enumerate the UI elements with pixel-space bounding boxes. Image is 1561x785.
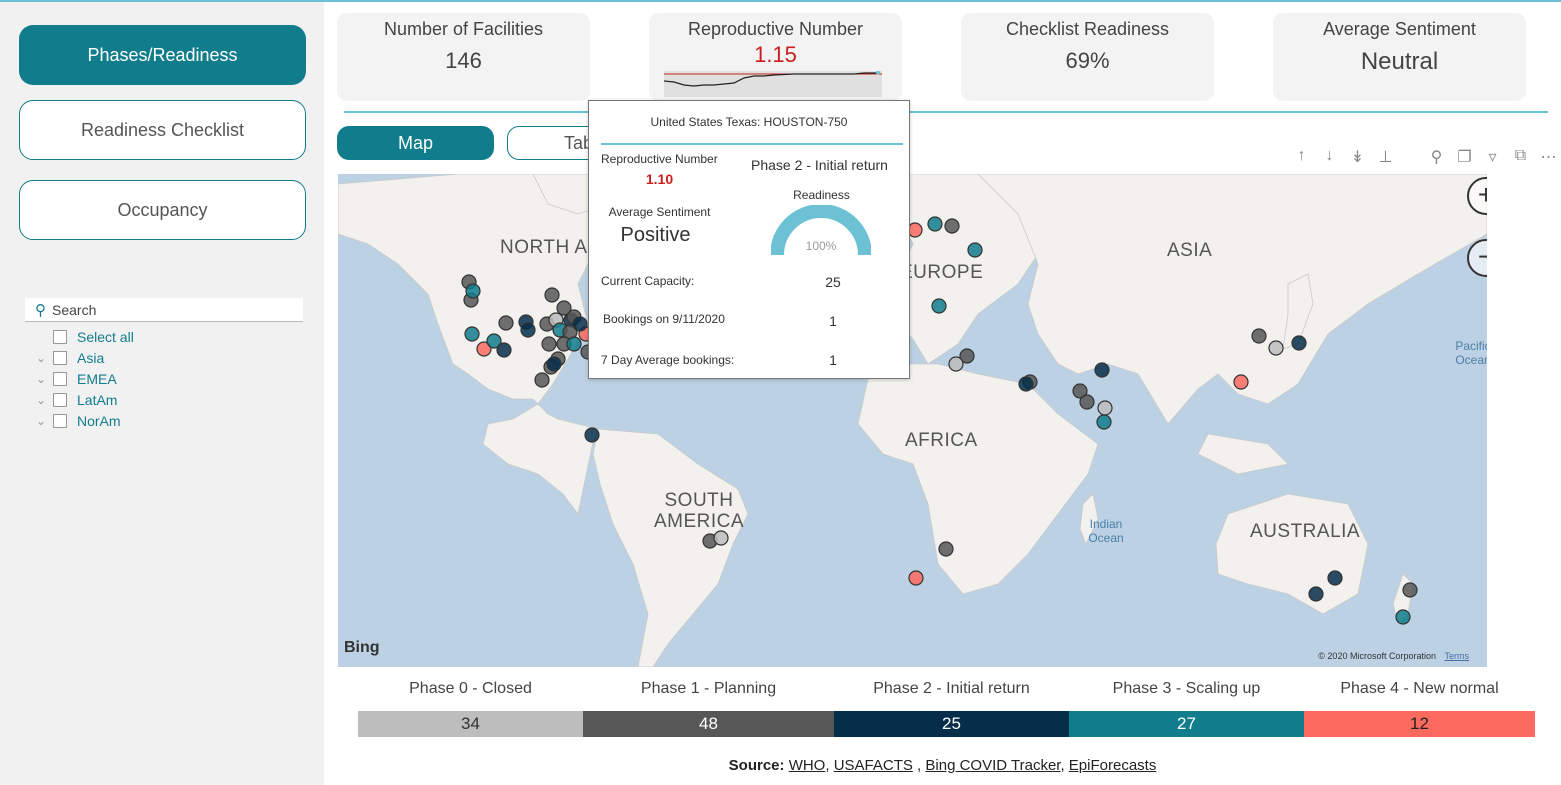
source-link-who[interactable]: WHO <box>789 757 826 774</box>
map-label-pacific-ocean: Pacific Ocean <box>1455 339 1487 367</box>
tooltip-title: United States Texas: HOUSTON-750 <box>650 115 848 129</box>
kpi-value: 146 <box>445 48 482 73</box>
tooltip-sentiment-label: Average Sentiment <box>608 205 711 219</box>
phase-label: Phase 3 - Scaling up <box>1112 680 1261 697</box>
kpi-value: 69% <box>1065 48 1110 73</box>
terms-link[interactable]: Terms <box>1445 651 1470 661</box>
checkbox[interactable] <box>53 392 67 407</box>
phase-label: Phase 1 - Planning <box>640 680 777 697</box>
phase-label: Phase 0 - Closed <box>409 680 532 697</box>
map-label-indian-ocean: Indian Ocean <box>1088 517 1124 545</box>
tab-map[interactable]: Map <box>337 126 494 160</box>
chevron-down-icon[interactable]: ⌄ <box>29 393 53 407</box>
copy-icon[interactable]: ❐ <box>1455 147 1474 167</box>
phase-label: Phase 2 - Initial return <box>873 680 1030 697</box>
drill-up-icon[interactable]: ↑ <box>1292 147 1311 167</box>
slicer-item-noram[interactable]: ⌄ NorAm <box>25 410 303 431</box>
main-panel: Number of Facilities 146 Reproductive Nu… <box>324 0 1561 785</box>
copyright-text: © 2020 Microsoft Corporation <box>1318 651 1436 661</box>
filter-icon[interactable]: ▿ <box>1483 147 1502 167</box>
nav-occupancy-button[interactable]: Occupancy <box>19 180 306 240</box>
tooltip-readiness-label: Readiness <box>793 188 850 202</box>
more-options-icon[interactable]: ⋯ <box>1539 147 1558 167</box>
region-slicer: ⚲ Search Select all ⌄ Asia ⌄ EMEA ⌄ LatA… <box>25 298 303 431</box>
facility-map[interactable]: NORTH AMERICA EUROPE ASIA AFRICA SOUTH A… <box>338 174 1487 667</box>
checkbox[interactable] <box>53 371 67 386</box>
phase-0-segment[interactable]: 34 <box>358 711 583 737</box>
map-label-europe: EUROPE <box>900 262 984 283</box>
phase-labels: Phase 0 - Closed Phase 1 - Planning Phas… <box>358 680 1535 702</box>
source-label: Source: <box>728 757 785 774</box>
tooltip-phase: Phase 2 - Initial return <box>751 157 888 173</box>
tooltip-row-label: 7 Day Average bookings: <box>601 353 735 367</box>
chevron-down-icon[interactable]: ⌄ <box>29 351 53 365</box>
slicer-item-emea[interactable]: ⌄ EMEA <box>25 368 303 389</box>
visual-toolbar: ↑ ↓ ↡ ⊥ ⚲ ❐ ▿ ⧉ ⋯ <box>1292 147 1558 167</box>
search-icon: ⚲ <box>35 301 46 319</box>
kpi-label: Number of Facilities <box>383 19 544 39</box>
bing-logo: Bing <box>344 639 380 656</box>
map-label-asia: ASIA <box>1167 240 1213 261</box>
tooltip-readiness-value: 100% <box>805 239 837 253</box>
phase-3-segment[interactable]: 27 <box>1069 711 1304 737</box>
drill-down-icon[interactable]: ↓ <box>1320 147 1339 167</box>
expand-all-icon[interactable]: ⊥ <box>1376 147 1395 167</box>
phase-1-segment[interactable]: 48 <box>583 711 834 737</box>
checkbox[interactable] <box>53 413 67 428</box>
tooltip-row-label: Current Capacity: <box>601 274 695 288</box>
pin-icon[interactable]: ⚲ <box>1427 147 1446 167</box>
kpi-card-checklist-readiness[interactable]: Checklist Readiness 69% <box>961 13 1214 101</box>
slicer-item-label: EMEA <box>77 370 117 387</box>
phase-distribution-bar[interactable]: 34 48 25 27 12 <box>358 711 1535 737</box>
facility-tooltip: United States Texas: HOUSTON-750 Reprodu… <box>588 100 910 379</box>
tooltip-sentiment-value: Positive <box>620 224 691 246</box>
phase-4-segment[interactable]: 12 <box>1304 711 1535 737</box>
slicer-item-label: LatAm <box>77 391 118 408</box>
kpi-label: Reproductive Number <box>687 19 864 39</box>
tooltip-row-value: 1 <box>829 313 837 329</box>
header-divider <box>344 111 1548 113</box>
tooltip-row-label: Bookings on 9/11/2020 <box>603 312 725 326</box>
tooltip-row-value: 1 <box>829 352 837 368</box>
expand-next-level-icon[interactable]: ↡ <box>1348 147 1367 167</box>
kpi-card-average-sentiment[interactable]: Average Sentiment Neutral <box>1273 13 1526 101</box>
nav-phases-readiness-button[interactable]: Phases/Readiness <box>19 25 306 85</box>
map-label-australia: AUSTRALIA <box>1250 521 1361 542</box>
kpi-card-reproductive-number[interactable]: Reproductive Number 1.15 <box>649 13 902 101</box>
tooltip-divider <box>601 143 903 145</box>
focus-mode-icon[interactable]: ⧉ <box>1511 147 1530 167</box>
nav-readiness-checklist-button[interactable]: Readiness Checklist <box>19 100 306 160</box>
kpi-value: Neutral <box>1360 48 1439 75</box>
slicer-item-asia[interactable]: ⌄ Asia <box>25 347 303 368</box>
slicer-search-placeholder: Search <box>52 301 97 318</box>
phase-2-segment[interactable]: 25 <box>834 711 1069 737</box>
slicer-item-label: NorAm <box>77 412 121 429</box>
source-link-bing-covid[interactable]: Bing COVID Tracker <box>925 757 1060 774</box>
sparkline-chart <box>664 71 882 97</box>
slicer-search-input[interactable]: ⚲ Search <box>25 298 303 322</box>
slicer-item-latam[interactable]: ⌄ LatAm <box>25 389 303 410</box>
slicer-item-select-all[interactable]: Select all <box>25 326 303 347</box>
tooltip-row-value: 25 <box>825 274 841 290</box>
tooltip-repro-label: Reproductive Number <box>601 152 718 166</box>
kpi-card-facilities[interactable]: Number of Facilities 146 <box>337 13 590 101</box>
checkbox[interactable] <box>53 329 67 344</box>
slicer-item-label: Select all <box>77 328 134 345</box>
source-link-epiforecasts[interactable]: EpiForecasts <box>1069 757 1157 774</box>
source-footer: Source: WHO, USAFACTS , Bing COVID Track… <box>728 757 1157 774</box>
slicer-item-label: Asia <box>77 349 105 366</box>
source-link-usafacts[interactable]: USAFACTS <box>834 757 913 774</box>
phase-label: Phase 4 - New normal <box>1340 680 1499 697</box>
chevron-down-icon[interactable]: ⌄ <box>29 372 53 386</box>
checkbox[interactable] <box>53 350 67 365</box>
kpi-label: Average Sentiment <box>1323 19 1476 39</box>
map-label-south-america: SOUTH AMERICA <box>654 490 745 532</box>
sidebar: Phases/Readiness Readiness Checklist Occ… <box>0 0 324 785</box>
map-label-africa: AFRICA <box>905 430 978 451</box>
chevron-down-icon[interactable]: ⌄ <box>29 414 53 428</box>
map-copyright: © 2020 Microsoft Corporation Terms <box>1318 651 1469 661</box>
kpi-value: 1.15 <box>754 42 797 67</box>
tooltip-repro-value: 1.10 <box>645 171 674 187</box>
kpi-label: Checklist Readiness <box>1005 19 1170 39</box>
